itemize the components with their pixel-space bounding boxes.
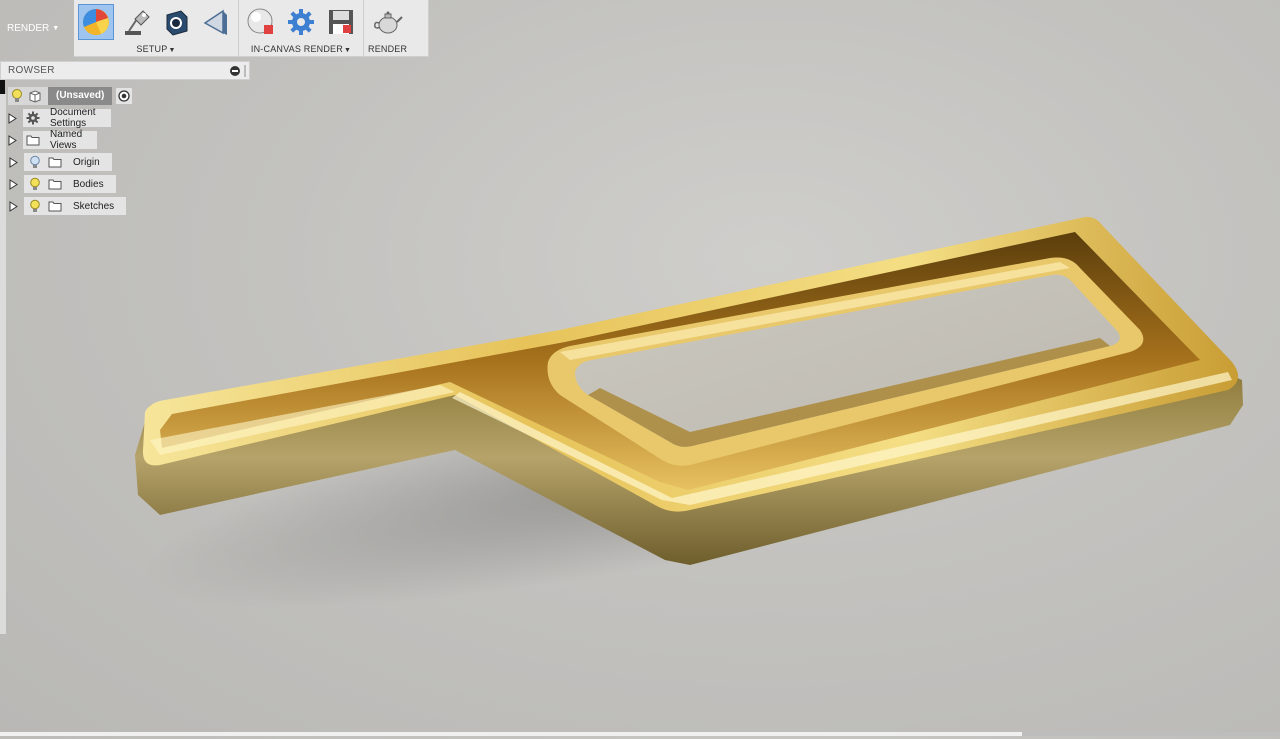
panel-resize-handle[interactable] — [244, 64, 246, 77]
render-canvas[interactable] — [0, 0, 1280, 736]
capture-image-icon — [329, 10, 353, 34]
expand-triangle-icon[interactable] — [8, 112, 17, 124]
bottom-timeline-edge — [0, 732, 1022, 736]
browser-panel-header: ROWSER — [0, 61, 250, 80]
chevron-down-icon: ▼ — [52, 24, 60, 32]
texture-map-button[interactable] — [198, 4, 234, 40]
tree-item-origin[interactable]: Origin — [8, 152, 112, 172]
collapse-browser-button[interactable] — [230, 65, 240, 76]
tree-item-named-views[interactable]: Named Views — [8, 129, 98, 151]
setup-menu[interactable]: SETUP▼ — [136, 44, 175, 54]
root-component-label: (Unsaved) — [48, 87, 113, 105]
tree-item-label: Named Views — [50, 129, 83, 151]
tree-item-sketches[interactable]: Sketches — [8, 196, 127, 216]
decal-button[interactable] — [158, 4, 194, 40]
render-label[interactable]: RENDER — [368, 44, 407, 54]
expand-triangle-icon[interactable] — [8, 156, 18, 168]
activate-radio-icon[interactable] — [116, 88, 133, 104]
in-canvas-render-icon — [247, 8, 273, 34]
expand-triangle-icon[interactable] — [8, 178, 18, 190]
tree-item-label: Sketches — [73, 200, 115, 212]
texture-map-icon — [203, 9, 227, 35]
rendered-model — [135, 216, 1243, 609]
in-canvas-render-button[interactable] — [243, 4, 279, 40]
appearance-button[interactable] — [118, 4, 154, 40]
folder-icon — [47, 198, 63, 214]
tree-item-document-settings[interactable]: Document Settings — [8, 107, 111, 129]
lightbulb-on-icon[interactable] — [27, 176, 43, 192]
browser-title: ROWSER — [8, 65, 55, 76]
expand-triangle-icon[interactable] — [8, 200, 18, 212]
scene-settings-button[interactable] — [78, 4, 114, 40]
tree-item-label: Bodies — [73, 178, 104, 190]
lightbulb-off-icon[interactable] — [27, 154, 43, 170]
workspace-label: RENDER — [7, 22, 50, 34]
decal-icon — [166, 10, 188, 36]
tree-item-bodies[interactable]: Bodies — [8, 174, 116, 194]
capture-image-button[interactable] — [323, 4, 359, 40]
left-panel-edge — [0, 94, 6, 634]
lightbulb-on-icon[interactable] — [27, 198, 43, 214]
render-settings-gear-icon — [288, 9, 314, 35]
scene-settings-icon — [83, 9, 109, 35]
render-teapot-icon — [373, 11, 403, 34]
chevron-down-icon: ▼ — [168, 47, 176, 54]
folder-icon — [47, 154, 63, 170]
expand-triangle-icon[interactable] — [8, 134, 17, 146]
folder-icon — [47, 176, 63, 192]
render-settings-button[interactable] — [283, 4, 319, 40]
appearance-lamp-icon — [125, 10, 150, 35]
chevron-down-icon: ▼ — [343, 47, 352, 54]
render-button[interactable] — [370, 4, 406, 40]
folder-icon — [26, 132, 40, 148]
bottom-edge-gap — [1022, 732, 1280, 736]
workspace-switcher[interactable]: RENDER ▼ — [0, 0, 74, 56]
in-canvas-render-menu[interactable]: IN-CANVAS RENDER▼ — [251, 44, 351, 54]
lightbulb-on-icon[interactable] — [8, 87, 26, 105]
setup-group: SETUP▼ — [74, 0, 238, 56]
render-group: RENDER — [363, 0, 411, 56]
tree-item-label: Origin — [73, 156, 100, 168]
gear-icon — [26, 110, 40, 126]
tree-root-row[interactable]: (Unsaved) — [8, 86, 133, 106]
render-toolbar: SETUP▼ IN-CANVAS RENDER▼ RENDER — [74, 0, 429, 57]
component-icon — [26, 87, 44, 105]
tree-item-label: Document Settings — [50, 107, 96, 129]
in-canvas-render-group: IN-CANVAS RENDER▼ — [238, 0, 363, 56]
